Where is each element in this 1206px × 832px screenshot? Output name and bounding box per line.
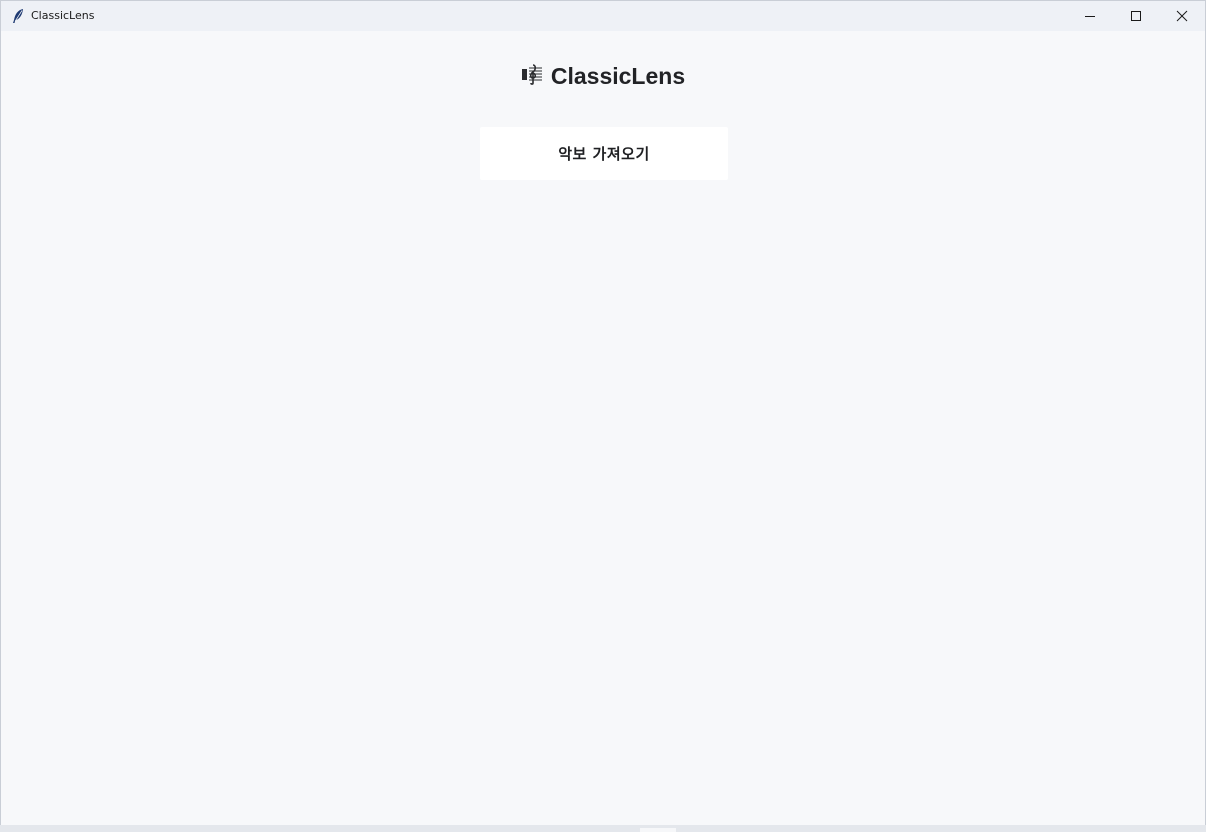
close-icon (1176, 10, 1188, 22)
app-title: ClassicLens (550, 63, 686, 89)
feather-icon (11, 8, 25, 24)
taskbar-indicator (640, 828, 676, 832)
import-score-button[interactable]: 악보 가져오기 (480, 127, 728, 180)
taskbar-edge (0, 825, 1206, 832)
app-window: ClassicLens ClassicLens 악보 가져오기 (0, 0, 1206, 826)
close-button[interactable] (1159, 1, 1205, 31)
window-title: ClassicLens (31, 9, 95, 22)
musical-score-icon (521, 63, 543, 85)
title-bar[interactable]: ClassicLens (1, 1, 1205, 31)
minimize-button[interactable] (1067, 1, 1113, 31)
maximize-button[interactable] (1113, 1, 1159, 31)
app-header: ClassicLens (1, 60, 1205, 92)
maximize-icon (1131, 11, 1141, 21)
import-score-label: 악보 가져오기 (558, 145, 650, 163)
main-content: ClassicLens 악보 가져오기 (1, 31, 1205, 825)
minimize-icon (1085, 16, 1095, 17)
